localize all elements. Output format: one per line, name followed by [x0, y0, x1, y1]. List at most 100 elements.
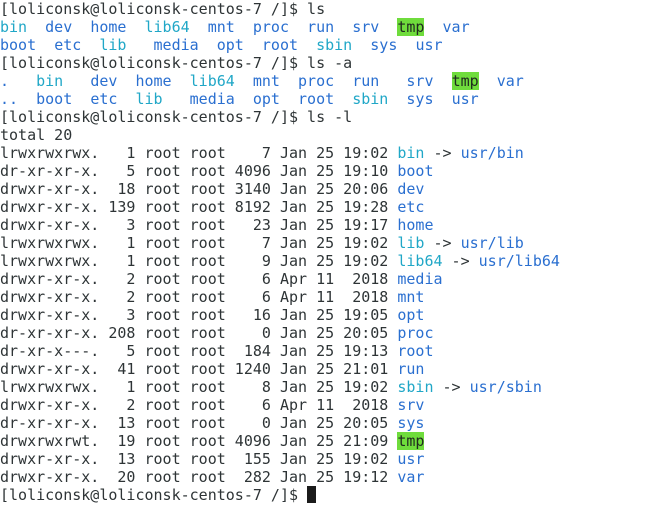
directory-name: run [352, 72, 380, 90]
terminal-line: drwxrwxrwt. 19 root root 4096 Jan 25 21:… [0, 432, 665, 450]
symlink-name: lib [397, 234, 425, 252]
text-segment [117, 72, 135, 90]
directory-name: usr/sbin [469, 378, 542, 396]
text-segment: [loliconsk@loliconsk-centos-7 /]$ ls -a [0, 54, 353, 72]
terminal-window[interactable]: [loliconsk@loliconsk-centos-7 /]$ ls bin … [0, 0, 665, 507]
terminal-line: [loliconsk@loliconsk-centos-7 /]$ ls -a [0, 54, 665, 72]
terminal-output: [loliconsk@loliconsk-centos-7 /]$ ls bin … [0, 0, 665, 504]
text-segment: -> [424, 144, 461, 162]
symlink-name: lib64 [397, 252, 443, 270]
terminal-line: drwxr-xr-x. 41 root root 1240 Jan 25 21:… [0, 360, 665, 378]
directory-name: proc [298, 72, 335, 90]
symlink-name: bin [397, 144, 425, 162]
text-segment [434, 72, 452, 90]
directory-name: usr [415, 36, 443, 54]
text-segment: lrwxrwxrwx. 1 root root 7 Jan 25 19:02 [0, 234, 398, 252]
terminal-line: dr-xr-xr-x. 13 root root 0 Jan 25 20:05 … [0, 414, 665, 432]
text-segment: drwxr-xr-x. 20 root root 282 Jan 25 19:1… [0, 468, 398, 486]
terminal-line: drwxr-xr-x. 13 root root 155 Jan 25 19:0… [0, 450, 665, 468]
directory-name: srv [397, 396, 425, 414]
text-segment: total 20 [0, 126, 73, 144]
directory-name: proc [252, 18, 289, 36]
text-segment: lrwxrwxrwx. 1 root root 7 Jan 25 19:02 [0, 144, 398, 162]
terminal-line: drwxr-xr-x. 18 root root 3140 Jan 25 20:… [0, 180, 665, 198]
terminal-line: drwxr-xr-x. 139 root root 8192 Jan 25 19… [0, 198, 665, 216]
terminal-line: .. boot etc lib media opt root sbin sys … [0, 90, 665, 108]
text-segment [479, 72, 497, 90]
text-segment [379, 18, 397, 36]
text-segment [27, 18, 45, 36]
directory-name: sys [397, 414, 425, 432]
terminal-line: drwxr-xr-x. 2 root root 6 Apr 11 2018 me… [0, 270, 665, 288]
terminal-line: drwxr-xr-x. 2 root root 6 Apr 11 2018 mn… [0, 288, 665, 306]
symlink-name: lib64 [189, 72, 235, 90]
directory-name: opt [397, 306, 425, 324]
directory-name: usr [397, 450, 425, 468]
directory-name: var [397, 468, 425, 486]
text-segment [388, 90, 406, 108]
directory-name: run [397, 360, 425, 378]
text-segment: lrwxrwxrwx. 1 root root 9 Jan 25 19:02 [0, 252, 398, 270]
text-segment [126, 36, 153, 54]
text-segment: drwxr-xr-x. 139 root root 8192 Jan 25 19… [0, 198, 398, 216]
terminal-line: dr-xr-xr-x. 208 root root 0 Jan 25 20:05… [0, 324, 665, 342]
directory-name: root [397, 342, 434, 360]
directory-name: media [153, 36, 199, 54]
text-segment: [loliconsk@loliconsk-centos-7 /]$ ls -l [0, 108, 353, 126]
text-segment [334, 18, 352, 36]
directory-name: mnt [397, 288, 425, 306]
terminal-line: drwxr-xr-x. 2 root root 6 Apr 11 2018 sr… [0, 396, 665, 414]
directory-name: usr [451, 90, 479, 108]
directory-name: etc [54, 36, 82, 54]
directory-name: usr/lib64 [478, 252, 560, 270]
text-segment [235, 18, 253, 36]
text-segment [199, 36, 217, 54]
directory-name: dev [90, 72, 118, 90]
terminal-line: lrwxrwxrwx. 1 root root 7 Jan 25 19:02 b… [0, 144, 665, 162]
terminal-line: drwxr-xr-x. 3 root root 16 Jan 25 19:05 … [0, 306, 665, 324]
text-segment: drwxr-xr-x. 3 root root 16 Jan 25 19:05 [0, 306, 398, 324]
text-segment: [loliconsk@loliconsk-centos-7 /]$ [0, 486, 308, 504]
text-segment [126, 18, 144, 36]
text-segment: drwxr-xr-x. 3 root root 23 Jan 25 19:17 [0, 216, 398, 234]
directory-name: dev [45, 18, 73, 36]
directory-name: . [0, 72, 10, 90]
text-segment [81, 36, 99, 54]
sticky-directory-name: tmp [451, 72, 479, 90]
text-segment: dr-xr-xr-x. 5 root root 4096 Jan 25 19:1… [0, 162, 398, 180]
text-segment [397, 36, 415, 54]
directory-name: boot [397, 162, 434, 180]
directory-name: run [307, 18, 335, 36]
directory-name: home [397, 216, 434, 234]
text-segment: [loliconsk@loliconsk-centos-7 /]$ ls [0, 0, 326, 18]
directory-name: opt [252, 90, 280, 108]
directory-name: mnt [252, 72, 280, 90]
directory-name: etc [90, 90, 118, 108]
sticky-directory-name: tmp [397, 432, 425, 450]
directory-name: var [442, 18, 470, 36]
symlink-name: sbin [397, 378, 434, 396]
symlink-name: lib [135, 90, 163, 108]
text-segment [280, 90, 298, 108]
directory-name: srv [352, 18, 380, 36]
text-segment: drwxr-xr-x. 2 root root 6 Apr 11 2018 [0, 396, 398, 414]
terminal-line: boot etc lib media opt root sbin sys usr [0, 36, 665, 54]
text-segment [36, 36, 54, 54]
terminal-line: drwxr-xr-x. 3 root root 23 Jan 25 19:17 … [0, 216, 665, 234]
terminal-line: [loliconsk@loliconsk-centos-7 /]$ ls [0, 0, 665, 18]
text-segment [235, 72, 253, 90]
text-segment [434, 90, 452, 108]
directory-name: opt [216, 36, 244, 54]
directory-name: media [189, 90, 235, 108]
sticky-directory-name: tmp [397, 18, 425, 36]
directory-name: var [496, 72, 524, 90]
directory-name: etc [397, 198, 425, 216]
text-segment [190, 18, 208, 36]
text-segment [172, 72, 190, 90]
text-segment [9, 72, 36, 90]
directory-name: sys [406, 90, 434, 108]
symlink-name: bin [0, 18, 28, 36]
text-segment [334, 90, 352, 108]
text-cursor [307, 486, 317, 503]
terminal-line: lrwxrwxrwx. 1 root root 8 Jan 25 19:02 s… [0, 378, 665, 396]
